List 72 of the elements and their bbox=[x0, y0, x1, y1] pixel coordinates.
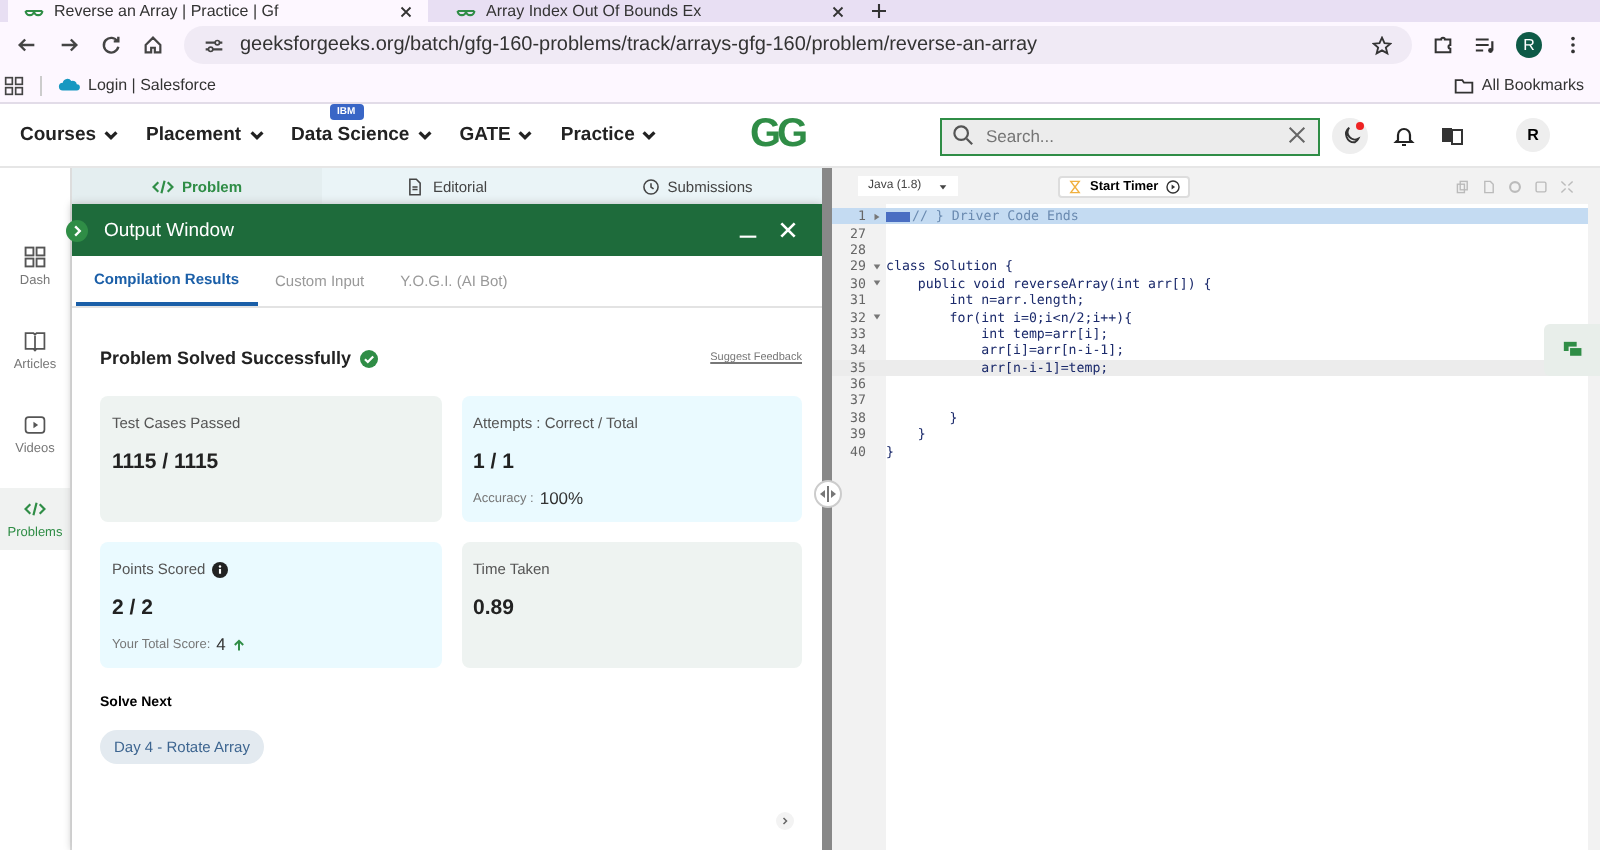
play-icon bbox=[1166, 179, 1181, 193]
up-arrow-icon bbox=[231, 637, 246, 651]
nav-menu[interactable]: Placement bbox=[146, 124, 266, 146]
browser-tab[interactable]: Reverse an Array | Practice | Gf bbox=[8, 0, 428, 22]
nav-menu[interactable]: Courses bbox=[20, 124, 121, 146]
chevron-icon bbox=[415, 126, 434, 144]
translate-icon[interactable] bbox=[1440, 123, 1464, 147]
search-field[interactable]: Search... bbox=[940, 117, 1320, 155]
code-icon bbox=[24, 498, 46, 520]
forward-icon[interactable] bbox=[58, 34, 80, 56]
browser-tab[interactable]: Array Index Out Of Bounds Ex bbox=[440, 0, 860, 22]
resize-handle[interactable] bbox=[814, 480, 842, 508]
home-icon[interactable] bbox=[142, 34, 164, 56]
fold-arrow-icon[interactable] bbox=[871, 211, 881, 222]
status-message: Problem Solved Successfully bbox=[100, 348, 352, 368]
card-value: 2 / 2 bbox=[112, 596, 155, 620]
bookmark[interactable]: Login | Salesforce bbox=[58, 76, 216, 94]
book-icon bbox=[24, 330, 46, 352]
apps-icon[interactable] bbox=[4, 75, 24, 95]
chat-button[interactable] bbox=[1544, 324, 1600, 376]
card-value: 1115 / 1115 bbox=[112, 450, 221, 474]
profile-avatar[interactable]: R bbox=[1516, 32, 1542, 58]
moon-icon bbox=[1339, 124, 1361, 146]
fold-arrow-icon[interactable] bbox=[871, 261, 881, 272]
close-icon[interactable] bbox=[832, 5, 844, 17]
reload-icon[interactable] bbox=[100, 34, 122, 56]
notification-dot bbox=[1356, 121, 1364, 129]
fold-arrow-icon[interactable] bbox=[871, 312, 881, 323]
chevron-icon bbox=[247, 126, 266, 144]
folded-code-marker[interactable] bbox=[886, 211, 910, 222]
star-icon[interactable] bbox=[1372, 35, 1392, 55]
caret-icon bbox=[938, 181, 948, 191]
nav-menu[interactable]: GATE bbox=[459, 124, 535, 146]
info-icon[interactable] bbox=[211, 561, 228, 577]
dark-mode-toggle[interactable] bbox=[1332, 117, 1368, 153]
address-bar[interactable]: geeksforgeeks.org/batch/gfg-160-problems/track/arrays-gfg-160/problem/reverse-an-array bbox=[184, 26, 1412, 64]
card-sub-value: 100% bbox=[539, 488, 584, 508]
site-icon bbox=[24, 4, 44, 18]
site-icon bbox=[456, 4, 476, 18]
cloud-icon bbox=[58, 78, 80, 92]
clear-icon[interactable] bbox=[1286, 124, 1308, 146]
media-control-icon[interactable] bbox=[1474, 34, 1496, 56]
puzzle-icon[interactable] bbox=[1432, 34, 1454, 56]
new-tab-icon[interactable] bbox=[872, 4, 886, 18]
site-settings-icon[interactable] bbox=[204, 35, 224, 55]
user-avatar[interactable]: R bbox=[1516, 118, 1550, 152]
chevron-icon bbox=[516, 126, 535, 144]
hourglass-icon bbox=[1068, 179, 1082, 193]
all-bookmarks[interactable]: All Bookmarks bbox=[1453, 75, 1596, 95]
chat-icon bbox=[1561, 339, 1583, 361]
logo[interactable]: GG bbox=[750, 112, 940, 158]
expand-icon[interactable] bbox=[66, 220, 88, 242]
grid-icon bbox=[24, 246, 46, 268]
next-icon[interactable] bbox=[776, 812, 794, 830]
check-icon bbox=[359, 349, 378, 367]
chevron-icon bbox=[640, 126, 659, 144]
code-icon bbox=[151, 175, 174, 197]
card-value: 0.89 bbox=[473, 596, 516, 620]
close-icon[interactable] bbox=[400, 5, 412, 17]
back-icon[interactable] bbox=[16, 34, 38, 56]
chevron-icon bbox=[102, 126, 121, 144]
folder-icon bbox=[1453, 75, 1474, 95]
bell-icon[interactable] bbox=[1392, 123, 1416, 147]
search-icon bbox=[952, 124, 974, 146]
nav-menu[interactable]: Practice bbox=[560, 124, 659, 146]
card-sub-value: 4 bbox=[216, 634, 226, 654]
document-icon bbox=[406, 177, 425, 195]
clock-icon bbox=[641, 177, 660, 195]
window-title: Output Window bbox=[104, 219, 236, 241]
fold-arrow-icon[interactable] bbox=[871, 278, 881, 289]
play-icon bbox=[24, 414, 46, 436]
card-value: 1 / 1 bbox=[473, 450, 516, 474]
